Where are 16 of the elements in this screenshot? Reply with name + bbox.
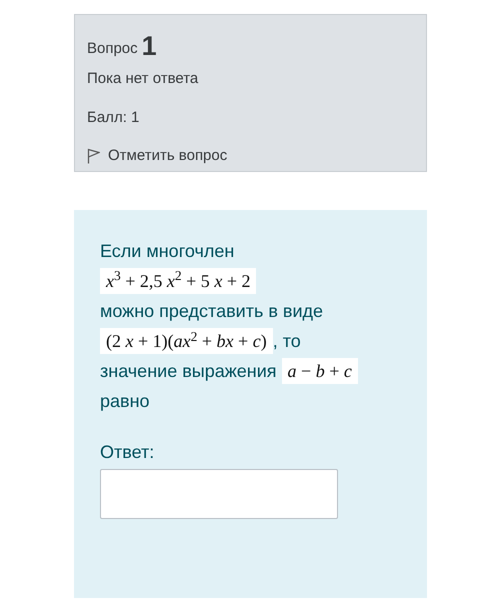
answer-label: Ответ: — [100, 440, 156, 464]
score-text: Балл: 1 — [87, 108, 140, 126]
answer-status: Пока нет ответа — [87, 70, 198, 87]
math-formula: x$^{3}$ + 2,5 x$^{2}$ + 5 x + 2 — [100, 268, 256, 294]
math-formula: a − b + c — [282, 358, 358, 384]
question-text: Если многочлен — [100, 241, 234, 261]
question-text: равно — [100, 391, 150, 412]
flag-question-link[interactable]: Отметить вопрос — [108, 145, 228, 168]
question-text: , то — [272, 331, 301, 352]
question-label: Вопрос — [87, 38, 138, 58]
question-text: можно представить в виде — [100, 301, 324, 322]
math-formula: (2 x + 1)(ax$^{2}$ + bx + c) — [100, 328, 273, 354]
question-number: 1 — [142, 33, 157, 60]
question-text: значение выражения — [100, 361, 277, 382]
flag-icon[interactable] — [87, 148, 100, 164]
answer-field[interactable] — [100, 468, 338, 519]
